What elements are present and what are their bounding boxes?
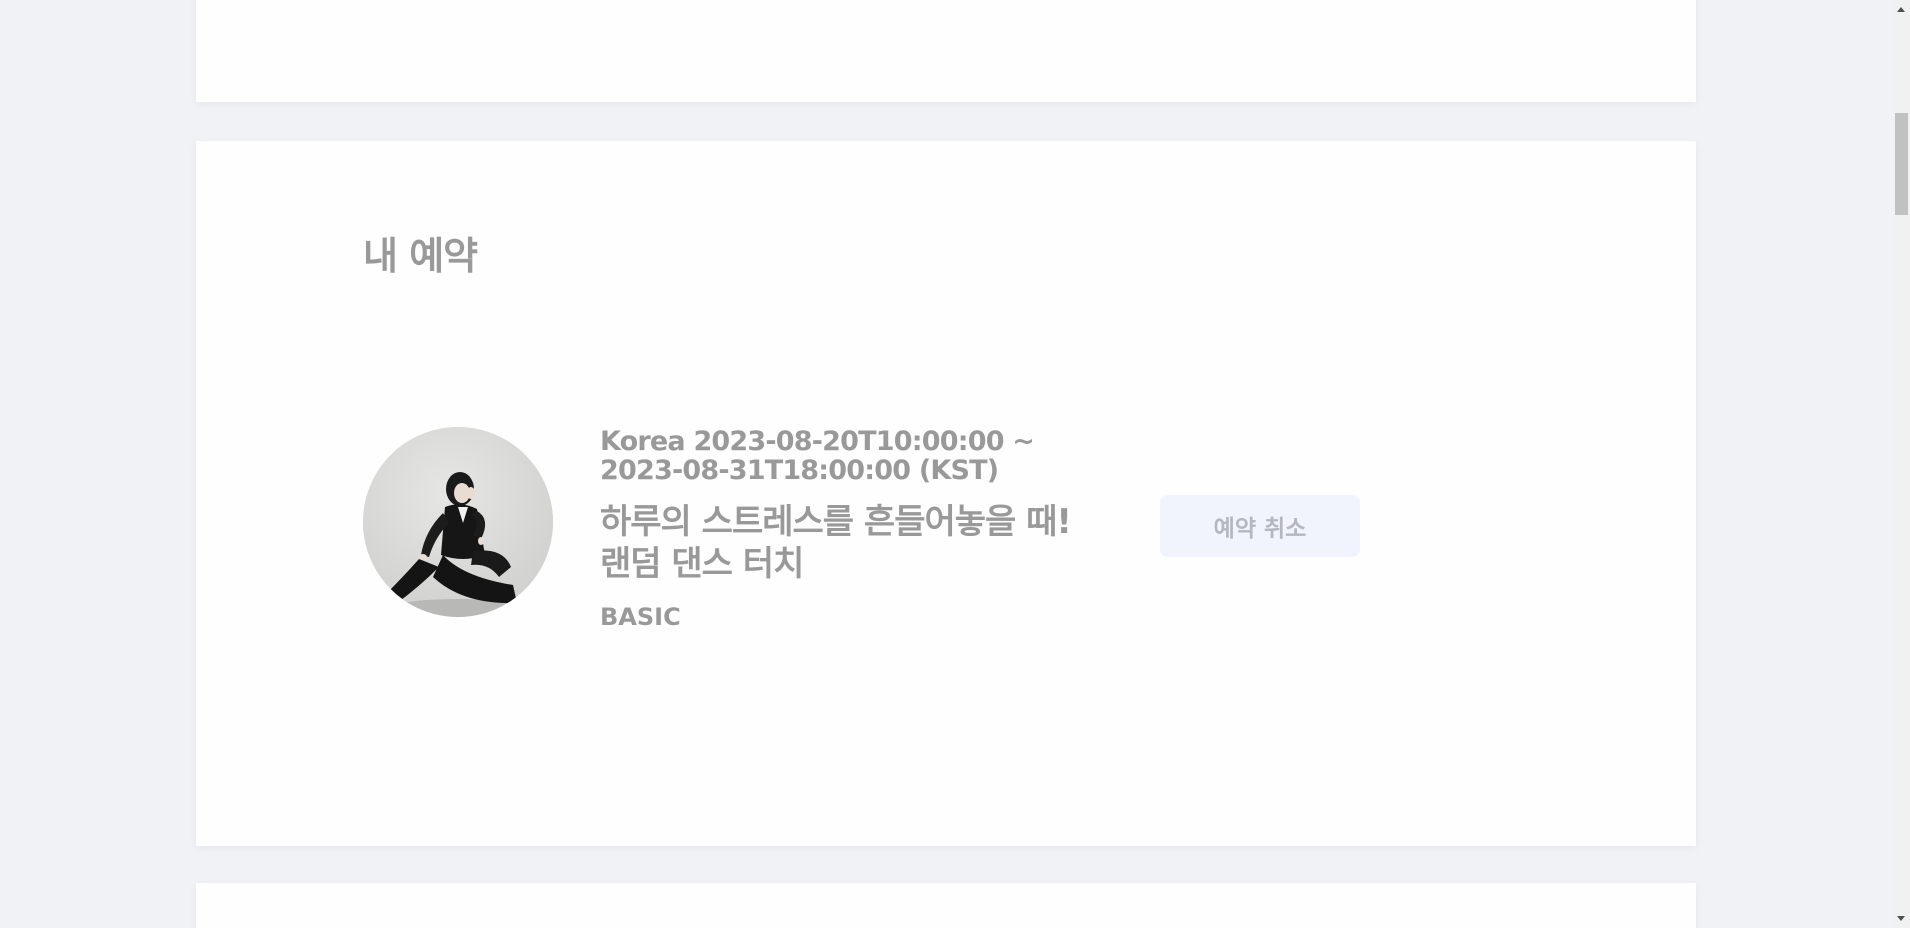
membership-tier: BASIC xyxy=(600,603,681,631)
section-title: 내 예약 xyxy=(363,234,478,278)
reservation-item: Korea 2023-08-20T10:00:00 ~ 2023-08-31T1… xyxy=(363,427,1463,647)
vertical-scrollbar[interactable] xyxy=(1893,0,1910,928)
class-title: 하루의 스트레스를 흔들어놓을 때! 랜덤 댄스 터치 xyxy=(600,502,1072,584)
previous-section-card xyxy=(196,0,1696,102)
my-reservations-card: 내 예약 Korea 2023-08-20T10:00:00 ~ 2023-08… xyxy=(196,141,1696,846)
class-thumbnail xyxy=(363,427,553,617)
dancer-portrait-image xyxy=(363,427,553,617)
next-section-card xyxy=(196,883,1696,928)
scroll-thumb[interactable] xyxy=(1895,113,1908,215)
reservation-date-range: Korea 2023-08-20T10:00:00 ~ 2023-08-31T1… xyxy=(600,426,1035,486)
scroll-down-arrow-icon[interactable] xyxy=(1897,916,1905,921)
scroll-up-arrow-icon[interactable] xyxy=(1897,7,1905,12)
cancel-reservation-button[interactable]: 예약 취소 xyxy=(1160,495,1360,557)
page-viewport: 내 예약 Korea 2023-08-20T10:00:00 ~ 2023-08… xyxy=(0,0,1910,928)
reservation-info: Korea 2023-08-20T10:00:00 ~ 2023-08-31T1… xyxy=(600,427,1100,631)
